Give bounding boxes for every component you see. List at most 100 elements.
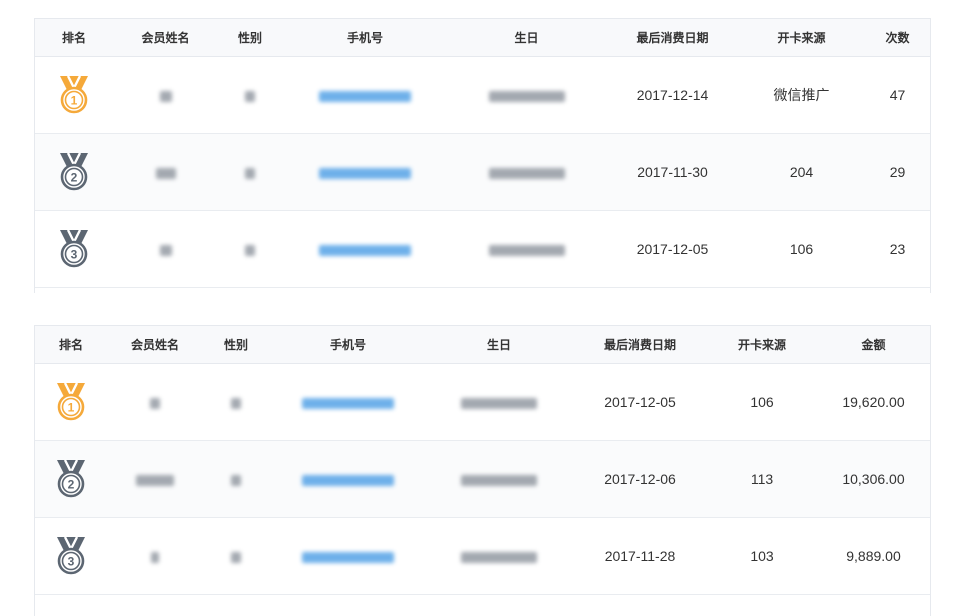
redacted-phone-link[interactable] <box>319 167 411 179</box>
redacted-gender <box>231 397 241 409</box>
redacted-phone-link[interactable] <box>302 551 394 563</box>
phone-cell[interactable] <box>269 517 427 595</box>
phone-cell[interactable] <box>282 133 448 211</box>
member-name-cell <box>107 517 203 595</box>
gold-medal-icon: 1 <box>54 381 88 424</box>
rank-cell: 3 <box>35 210 113 288</box>
card-source: 106 <box>709 363 815 441</box>
col-birthday: 生日 <box>427 326 571 364</box>
col-phone: 手机号 <box>282 19 448 57</box>
silver-medal-icon: 3 <box>54 535 88 578</box>
col-member-name: 会员姓名 <box>107 326 203 364</box>
rank-cell: 2 <box>35 440 107 518</box>
phone-cell[interactable] <box>269 440 427 518</box>
col-last-consume-date: 最后消费日期 <box>571 326 709 364</box>
table-row: 3 2017-11-28 103 9,889.00 <box>35 517 930 595</box>
col-member-name: 会员姓名 <box>113 19 218 57</box>
redacted-name <box>159 244 172 256</box>
medal-rank-number: 1 <box>71 93 78 107</box>
col-gender: 性别 <box>203 326 269 364</box>
card-source: 204 <box>740 133 863 211</box>
last-consume-date: 2017-11-30 <box>605 133 740 211</box>
phone-cell[interactable] <box>269 363 427 441</box>
birthday-cell <box>448 56 605 134</box>
gender-cell <box>203 440 269 518</box>
birthday-cell <box>427 363 571 441</box>
redacted-phone-link[interactable] <box>302 397 394 409</box>
gender-cell <box>203 517 269 595</box>
table-row: 2 2017-12-06 113 10,306.00 <box>35 440 930 518</box>
col-amount: 金额 <box>815 326 930 364</box>
redacted-phone-link[interactable] <box>319 244 411 256</box>
rank-cell: 1 <box>35 56 113 134</box>
redacted-phone-link[interactable] <box>319 90 411 102</box>
last-consume-date: 2017-11-28 <box>571 517 709 595</box>
rank-cell: 3 <box>35 517 107 595</box>
visit-count: 47 <box>863 56 930 134</box>
spending-amount-ranking-table: 排名 会员姓名 性别 手机号 生日 最后消费日期 开卡来源 金额 1 2017-… <box>34 325 931 616</box>
medal-rank-number: 1 <box>68 400 75 414</box>
redacted-gender <box>245 90 255 102</box>
table-header-row: 排名 会员姓名 性别 手机号 生日 最后消费日期 开卡来源 金额 <box>35 326 930 364</box>
visit-count-ranking-table: 排名 会员姓名 性别 手机号 生日 最后消费日期 开卡来源 次数 1 2017-… <box>34 18 931 293</box>
redacted-birthday <box>461 397 537 409</box>
silver-medal-icon: 3 <box>57 228 91 271</box>
birthday-cell <box>427 440 571 518</box>
col-phone: 手机号 <box>269 326 427 364</box>
birthday-cell <box>427 517 571 595</box>
redacted-birthday <box>488 167 565 179</box>
col-card-source: 开卡来源 <box>740 19 863 57</box>
card-source: 113 <box>709 440 815 518</box>
redacted-gender <box>245 167 255 179</box>
redacted-gender <box>245 244 255 256</box>
spending-amount: 9,889.00 <box>815 517 930 595</box>
card-source: 微信推广 <box>740 56 863 134</box>
spending-amount: 19,620.00 <box>815 363 930 441</box>
medal-rank-number: 2 <box>68 477 75 491</box>
birthday-cell <box>448 210 605 288</box>
rank-cell: 1 <box>35 363 107 441</box>
col-last-consume-date: 最后消费日期 <box>605 19 740 57</box>
redacted-birthday <box>488 244 565 256</box>
gender-cell <box>218 133 282 211</box>
redacted-birthday <box>461 474 537 486</box>
redacted-gender <box>231 474 241 486</box>
redacted-name <box>136 474 174 486</box>
col-card-source: 开卡来源 <box>709 326 815 364</box>
col-rank: 排名 <box>35 19 113 57</box>
col-gender: 性别 <box>218 19 282 57</box>
redacted-gender <box>231 551 241 563</box>
member-name-cell <box>113 56 218 134</box>
gold-medal-icon: 1 <box>57 74 91 117</box>
phone-cell[interactable] <box>282 56 448 134</box>
redacted-name <box>151 551 159 563</box>
redacted-birthday <box>488 90 565 102</box>
last-consume-date: 2017-12-06 <box>571 440 709 518</box>
gender-cell <box>218 210 282 288</box>
table-header-row: 排名 会员姓名 性别 手机号 生日 最后消费日期 开卡来源 次数 <box>35 19 930 57</box>
table-row: 2 2017-11-30 204 29 <box>35 133 930 211</box>
member-name-cell <box>107 363 203 441</box>
silver-medal-icon: 2 <box>54 458 88 501</box>
visit-count: 29 <box>863 133 930 211</box>
birthday-cell <box>448 133 605 211</box>
last-consume-date: 2017-12-05 <box>605 210 740 288</box>
redacted-phone-link[interactable] <box>302 474 394 486</box>
col-count: 次数 <box>863 19 930 57</box>
member-name-cell <box>113 133 218 211</box>
col-birthday: 生日 <box>448 19 605 57</box>
card-source: 106 <box>740 210 863 288</box>
rank-cell: 2 <box>35 133 113 211</box>
redacted-birthday <box>461 551 537 563</box>
medal-rank-number: 3 <box>71 247 78 261</box>
last-consume-date: 2017-12-05 <box>571 363 709 441</box>
gender-cell <box>203 363 269 441</box>
medal-rank-number: 3 <box>68 554 75 568</box>
spending-amount: 10,306.00 <box>815 440 930 518</box>
silver-medal-icon: 2 <box>57 151 91 194</box>
redacted-name <box>150 397 160 409</box>
phone-cell[interactable] <box>282 210 448 288</box>
col-rank: 排名 <box>35 326 107 364</box>
visit-count: 23 <box>863 210 930 288</box>
member-name-cell <box>107 440 203 518</box>
